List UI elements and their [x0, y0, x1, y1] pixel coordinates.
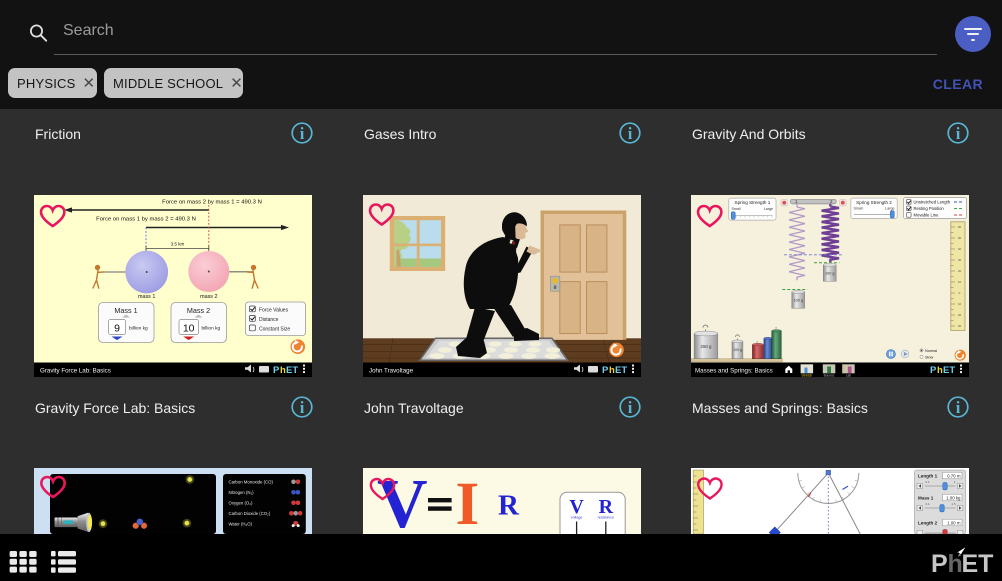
svg-text:10: 10	[958, 302, 962, 306]
svg-text:P: P	[602, 365, 609, 376]
svg-text:R: R	[498, 489, 520, 521]
svg-text:Force on mass 1 by mass 2 = 49: Force on mass 1 by mass 2 = 490.3 N	[96, 216, 196, 222]
svg-text:Masses and Springs: Basics: Masses and Springs: Basics	[695, 367, 773, 374]
svg-text:30: 30	[958, 258, 962, 262]
svg-text:Small: Small	[732, 207, 741, 211]
svg-text:50: 50	[958, 236, 962, 240]
svg-text:i: i	[628, 398, 633, 417]
svg-text:mass 2: mass 2	[200, 294, 217, 300]
svg-text:ET: ET	[943, 365, 955, 376]
svg-text:P: P	[931, 550, 948, 576]
svg-text:0.1: 0.1	[926, 501, 931, 505]
svg-text:100 g: 100 g	[825, 271, 835, 275]
svg-text:Force on mass 2 by mass 1 = 49: Force on mass 2 by mass 1 = 490.3 N	[162, 199, 262, 205]
svg-text:ET: ET	[962, 550, 994, 576]
svg-text:20: 20	[958, 269, 962, 273]
svg-text:Slow: Slow	[925, 355, 933, 359]
svg-text:100 g: 100 g	[794, 298, 804, 302]
svg-text:Large: Large	[885, 206, 894, 210]
svg-text:Gravity Force Lab: Basics: Gravity Force Lab: Basics	[40, 367, 111, 374]
svg-text:i: i	[956, 398, 961, 417]
svg-text:Lab: Lab	[846, 373, 852, 377]
svg-text:Mass 2: Mass 2	[187, 306, 210, 315]
svg-text:Water (H₂O): Water (H₂O)	[229, 521, 253, 526]
svg-text:Force Values: Force Values	[259, 307, 289, 313]
svg-text:Stretch: Stretch	[801, 373, 812, 376]
svg-text:Mass 1: Mass 1	[114, 306, 137, 315]
svg-text:i: i	[300, 124, 305, 143]
svg-text:Spring Strength 2: Spring Strength 2	[856, 200, 892, 205]
svg-text:Distance: Distance	[259, 317, 279, 323]
svg-text:V: V	[377, 468, 428, 534]
svg-text:ET: ET	[286, 365, 298, 376]
svg-text:P: P	[273, 365, 280, 376]
svg-text:60: 60	[958, 225, 962, 229]
svg-text:Small: Small	[854, 206, 863, 210]
svg-text:Carbon Dioxide (CO₂): Carbon Dioxide (CO₂)	[229, 510, 271, 515]
svg-text:i: i	[628, 124, 633, 143]
svg-text:Mass 1: Mass 1	[918, 495, 934, 500]
svg-text:resistance: resistance	[598, 515, 614, 519]
svg-text:0.1: 0.1	[926, 479, 931, 483]
svg-text:9: 9	[114, 322, 120, 334]
svg-text:Resting Position: Resting Position	[914, 206, 945, 211]
svg-text:Large: Large	[764, 207, 773, 211]
svg-text:100 g: 100 g	[733, 348, 742, 352]
svg-text:Unstretched Length: Unstretched Length	[914, 199, 951, 204]
svg-text:30: 30	[958, 324, 962, 328]
svg-text:Normal: Normal	[925, 349, 937, 353]
svg-text:10: 10	[958, 280, 962, 284]
svg-text:I: I	[456, 471, 480, 534]
svg-text:voltage: voltage	[571, 515, 583, 519]
svg-text:0.70 m: 0.70 m	[947, 473, 961, 478]
svg-text:Length 1: Length 1	[918, 473, 938, 478]
svg-text:ET: ET	[615, 365, 627, 376]
svg-text:Nitrogen (N₂): Nitrogen (N₂)	[229, 489, 255, 494]
svg-text:1.00 m: 1.00 m	[947, 520, 961, 525]
svg-text:i: i	[300, 398, 305, 417]
svg-text:P: P	[930, 365, 937, 376]
svg-text:3.5 km: 3.5 km	[171, 241, 185, 246]
svg-text:Constant Size: Constant Size	[259, 326, 290, 332]
svg-text:Spring Strength 1: Spring Strength 1	[735, 200, 771, 205]
svg-text:Oxygen (O₂): Oxygen (O₂)	[229, 500, 253, 505]
svg-text:1.00 kg: 1.00 kg	[946, 495, 961, 500]
svg-text:mass 1: mass 1	[138, 294, 155, 300]
svg-text:Movable Line: Movable Line	[914, 212, 940, 217]
svg-text:billion kg: billion kg	[129, 325, 148, 331]
svg-text:40: 40	[958, 247, 962, 251]
svg-text:250 g: 250 g	[701, 344, 713, 349]
svg-text:John Travoltage: John Travoltage	[369, 367, 414, 374]
svg-text:Length 2: Length 2	[918, 520, 938, 525]
svg-text:Carbon Monoxide (CO): Carbon Monoxide (CO)	[229, 479, 274, 484]
svg-text:i: i	[956, 124, 961, 143]
svg-text:20: 20	[958, 313, 962, 317]
svg-text:Bounce: Bounce	[824, 373, 835, 377]
svg-text:1.5: 1.5	[951, 501, 956, 505]
svg-text:10: 10	[183, 322, 195, 334]
svg-text:billion kg: billion kg	[202, 325, 221, 331]
